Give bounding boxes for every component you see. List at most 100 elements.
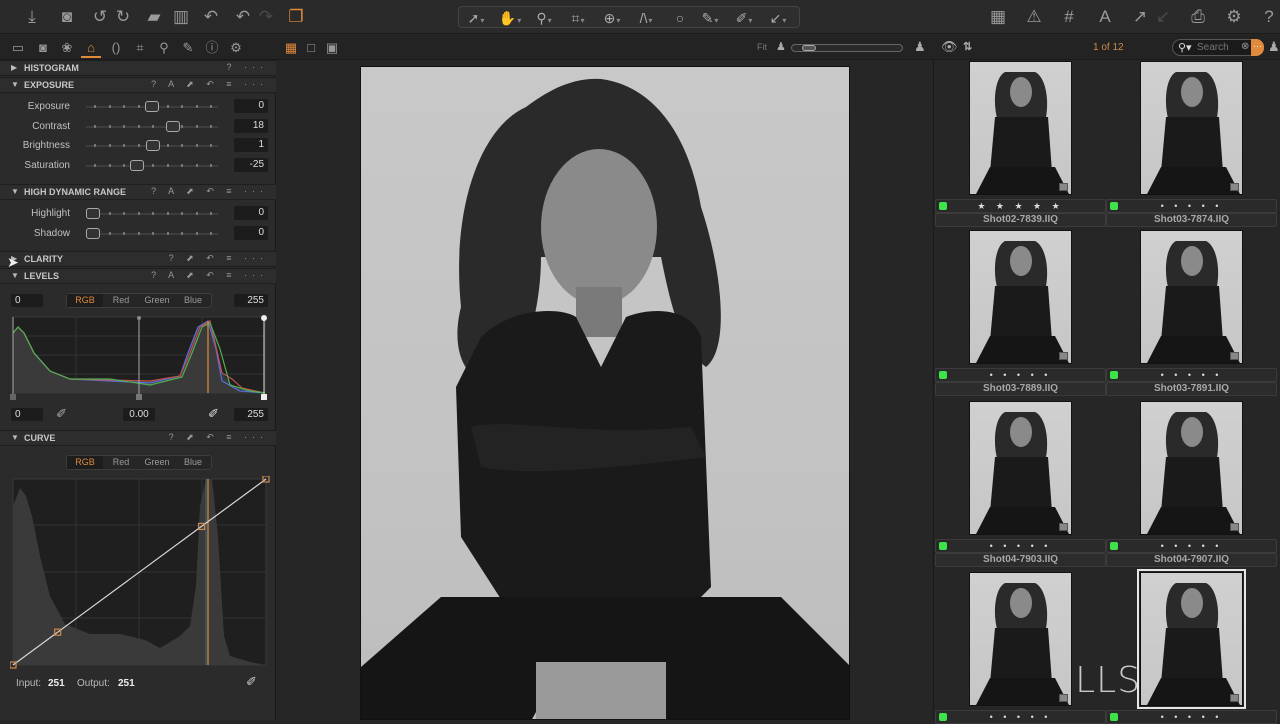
trash-icon[interactable]: ▥ [170, 6, 192, 28]
slider-track[interactable] [86, 101, 218, 112]
levels-input-low[interactable]: 0 [11, 408, 43, 421]
variants-icon[interactable]: ❐ [285, 6, 307, 28]
rating-stars[interactable]: • • • • • [936, 711, 1105, 724]
rating-stars[interactable]: • • • • • [1107, 200, 1276, 213]
thumbnail[interactable] [969, 230, 1072, 364]
primary-view-icon[interactable]: ▣ [322, 38, 342, 58]
slider-knob[interactable] [86, 227, 100, 239]
rating-row[interactable]: ★ ★ ★ ★ ★ [935, 199, 1106, 213]
search-options-icon[interactable]: ··· [1251, 39, 1264, 56]
exposure-tab-icon[interactable]: ⌂ [81, 38, 101, 58]
search-box[interactable]: ⚲▾ ⊗ ··· [1172, 39, 1264, 56]
zoom-out-icon[interactable]: ♟ [776, 40, 786, 53]
levels-channel-red[interactable]: Red [103, 294, 139, 307]
pointer-tool-icon[interactable]: ➚▾ [461, 8, 491, 28]
slider-value[interactable]: 18 [234, 118, 268, 133]
slider-value[interactable]: 1 [234, 138, 268, 153]
collapse-icon[interactable]: ▼ [11, 433, 19, 442]
slider-track[interactable] [86, 160, 218, 172]
single-view-icon[interactable]: □ [301, 38, 321, 58]
thumbnail[interactable] [1140, 230, 1243, 364]
section-controls[interactable]: ? ⬈ ↶ ≡ ··· [169, 253, 268, 264]
thumbnail[interactable] [969, 401, 1072, 535]
color-tab-icon[interactable]: ❀ [57, 38, 77, 58]
zoom-in-icon[interactable]: ♟ [914, 39, 926, 55]
eye-icon[interactable]: 👁 [941, 39, 958, 55]
details-tab-icon[interactable]: ⚲ [154, 38, 174, 58]
import-arrow-icon[interactable]: ↙ [1152, 6, 1174, 28]
slider-knob[interactable] [146, 140, 161, 152]
text-icon[interactable]: A [1094, 6, 1116, 28]
rating-row[interactable]: • • • • • [935, 368, 1106, 382]
slider-track[interactable] [86, 140, 218, 152]
curve-channel-green[interactable]: Green [139, 456, 175, 469]
section-controls[interactable]: ? ··· [227, 62, 269, 72]
slider-value[interactable]: -25 [234, 158, 268, 173]
section-controls[interactable]: ? A ⬈ ↶ ≡ ··· [151, 79, 268, 90]
undo-all-icon[interactable]: ↶ [200, 6, 222, 28]
levels-channel-green[interactable]: Green [139, 294, 175, 307]
search-input[interactable] [1197, 41, 1241, 54]
slider-value[interactable]: 0 [234, 99, 268, 113]
clear-search-icon[interactable]: ⊗ [1241, 41, 1249, 52]
thumbnail[interactable] [969, 572, 1072, 706]
white-picker-icon[interactable]: ✐ [208, 406, 219, 422]
levels-section-header[interactable]: ▼ LEVELS ? A ⬈ ↶ ≡ ··· [0, 268, 276, 284]
section-controls[interactable]: ? ⬈ ↶ ≡ ··· [169, 432, 268, 443]
picker-tool-icon[interactable]: ✐▾ [729, 8, 759, 28]
crop-tool-icon[interactable]: ⌗▾ [563, 8, 593, 28]
library-tab-icon[interactable]: ▭ [8, 38, 28, 58]
slider-value[interactable]: 0 [234, 206, 268, 220]
levels-output-low[interactable]: 0 [11, 294, 43, 307]
clarity-section-header[interactable]: ▶ CLARITY ? ⬈ ↶ ≡ ··· [0, 251, 276, 267]
settings-icon[interactable]: ⚙ [1223, 6, 1245, 28]
exposure-section-header[interactable]: ▼ EXPOSURE ? A ⬈ ↶ ≡ ··· [0, 77, 276, 93]
levels-midtone[interactable]: 0.00 [123, 408, 155, 421]
rating-row[interactable]: • • • • • [935, 710, 1106, 724]
zoom-slider-knob[interactable] [801, 45, 816, 51]
move-to-folder-icon[interactable]: ▰ [143, 6, 165, 28]
curve-channel-blue[interactable]: Blue [175, 456, 211, 469]
curve-channel-red[interactable]: Red [103, 456, 139, 469]
multi-view-icon[interactable]: ▦ [281, 38, 301, 58]
print-icon[interactable]: ⎙ [1187, 6, 1209, 28]
rating-stars[interactable]: • • • • • [936, 369, 1105, 382]
collapse-icon[interactable]: ▼ [11, 187, 19, 196]
grid-overlay-icon[interactable]: # [1058, 6, 1080, 28]
hdr-section-header[interactable]: ▼ HIGH DYNAMIC RANGE ? A ⬈ ↶ ≡ ··· [0, 184, 276, 200]
rating-row[interactable]: • • • • • [1106, 199, 1277, 213]
warning-icon[interactable]: ⚠ [1023, 6, 1045, 28]
grid-view-icon[interactable]: ▦ [987, 6, 1009, 28]
lens-tab-icon[interactable]: () [106, 38, 126, 58]
slider-track[interactable] [86, 208, 218, 219]
capture-tab-icon[interactable]: ◙ [33, 38, 53, 58]
slider-knob[interactable] [130, 160, 145, 172]
rotate-tool-icon[interactable]: ⊕▾ [597, 8, 627, 28]
rating-row[interactable]: • • • • • [1106, 710, 1277, 724]
slider-knob[interactable] [86, 208, 100, 219]
redo-icon[interactable]: ↷ [255, 6, 277, 28]
slider-value[interactable]: 0 [234, 225, 268, 240]
curve-section-header[interactable]: ▼ CURVE ? ⬈ ↶ ≡ ··· [0, 430, 276, 446]
output-tab-icon[interactable]: ⚙ [226, 38, 246, 58]
collapse-icon[interactable]: ▼ [11, 271, 19, 280]
crop-tab-icon[interactable]: ⌗ [130, 38, 150, 58]
slider-track[interactable] [86, 227, 218, 239]
export-icon[interactable]: ↗ [1129, 6, 1151, 28]
collapse-icon[interactable]: ▼ [11, 80, 19, 89]
camera-icon[interactable]: ◙ [56, 6, 78, 28]
circle-tool-icon[interactable]: ○ [665, 8, 695, 28]
slider-knob[interactable] [145, 101, 159, 112]
rating-row[interactable]: • • • • • [935, 539, 1106, 553]
sort-icon[interactable]: ⇅ [963, 40, 972, 53]
import-icon[interactable]: ⤓ [21, 6, 43, 28]
brush-tool-icon[interactable]: ✎▾ [695, 8, 725, 28]
thumbnail[interactable] [969, 61, 1072, 195]
rotate-left-icon[interactable]: ↺ [89, 6, 111, 28]
black-picker-icon[interactable]: ✐ [56, 406, 67, 422]
curve-picker-icon[interactable]: ✐ [246, 674, 257, 690]
thumbnail[interactable] [1140, 61, 1243, 195]
slider-knob[interactable] [166, 120, 181, 132]
zoom-tool-icon[interactable]: ⚲▾ [529, 8, 559, 28]
section-controls[interactable]: ? A ⬈ ↶ ≡ ··· [151, 186, 268, 197]
